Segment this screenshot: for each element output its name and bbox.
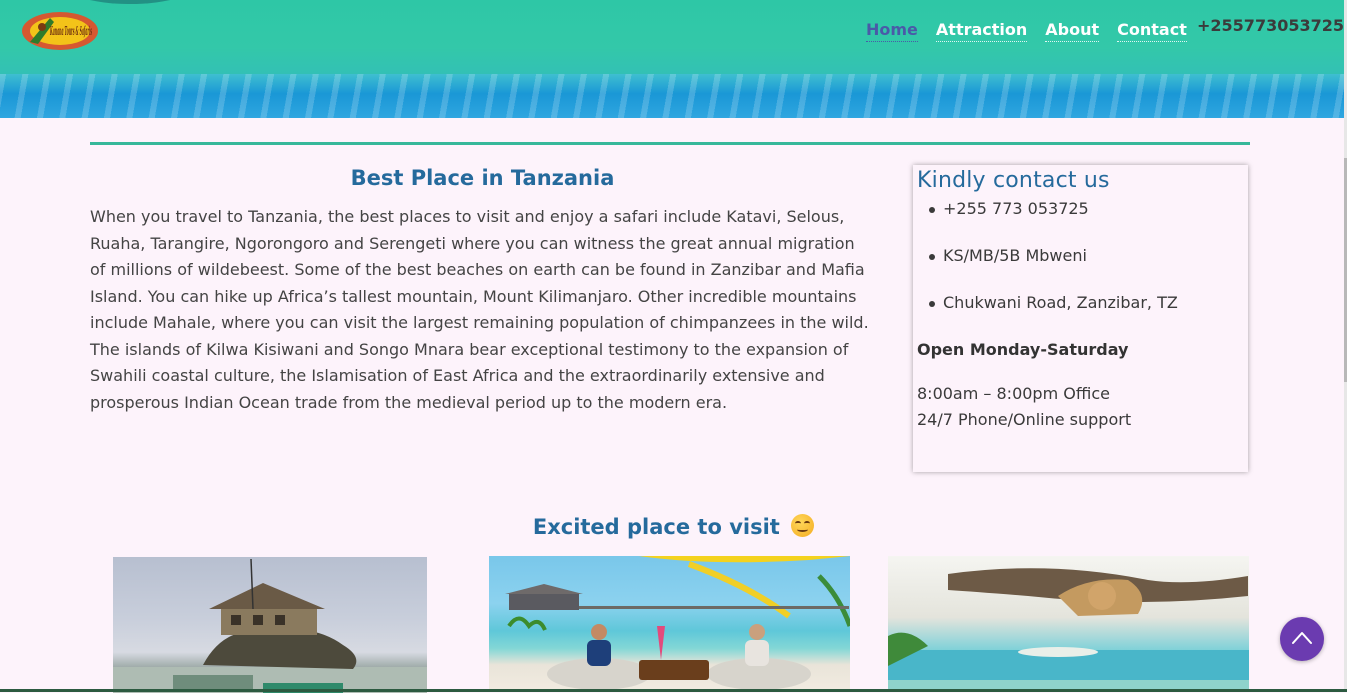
hero-shadow: [60, 0, 200, 4]
hero-banner: Kanana Tours & Safaris Home Attraction A…: [0, 0, 1344, 118]
site-logo[interactable]: Kanana Tours & Safaris: [20, 8, 106, 54]
support-hours: 24/7 Phone/Online support: [917, 410, 1132, 429]
section-divider: [90, 142, 1250, 145]
smiling-face-icon: [791, 514, 815, 537]
rock-restaurant-illustration: [113, 558, 427, 693]
contact-title: Kindly contact us: [917, 168, 1110, 193]
hours-title: Open Monday-Saturday: [917, 340, 1129, 359]
intro-body: When you travel to Tanzania, the best pl…: [90, 207, 869, 412]
svg-text:Kanana Tours & Safaris: Kanana Tours & Safaris: [50, 24, 92, 38]
contact-address: KS/MB/5B Mbweni: [929, 246, 1244, 266]
chevron-up-icon: [1292, 632, 1312, 644]
header-phone[interactable]: +255773053725: [1197, 16, 1344, 35]
rock-restaurant-photo[interactable]: [113, 557, 427, 693]
places-heading: Excited place to visit: [0, 514, 1347, 539]
office-hours: 8:00am – 8:00pm Office: [917, 384, 1110, 403]
nav-about[interactable]: About: [1045, 20, 1100, 42]
places-title: Excited place to visit: [532, 515, 780, 539]
contact-card: Kindly contact us +255 773 053725 KS/MB/…: [913, 165, 1248, 472]
hours-block: 8:00am – 8:00pm Office 24/7 Phone/Online…: [917, 381, 1244, 433]
beach-lounge-illustration: [505, 556, 850, 690]
back-to-top-button[interactable]: [1280, 617, 1324, 661]
lioness-beach-illustration: [888, 568, 1249, 692]
main-nav: Home Attraction About Contact: [866, 20, 1187, 42]
nav-contact[interactable]: Contact: [1117, 20, 1187, 42]
intro-section: Best Place in Tanzania When you travel t…: [90, 166, 875, 416]
lioness-beach-photo[interactable]: [888, 556, 1249, 692]
nav-attraction[interactable]: Attraction: [935, 20, 1028, 42]
contact-list: +255 773 053725 KS/MB/5B Mbweni Chukwani…: [917, 199, 1244, 313]
beach-lounge-photo[interactable]: [489, 556, 850, 692]
contact-phone[interactable]: +255 773 053725: [929, 199, 1244, 219]
nav-home[interactable]: Home: [866, 20, 918, 42]
intro-title: Best Place in Tanzania: [350, 166, 615, 190]
hero-sea: [0, 74, 1344, 118]
contact-road: Chukwani Road, Zanzibar, TZ: [929, 293, 1244, 313]
